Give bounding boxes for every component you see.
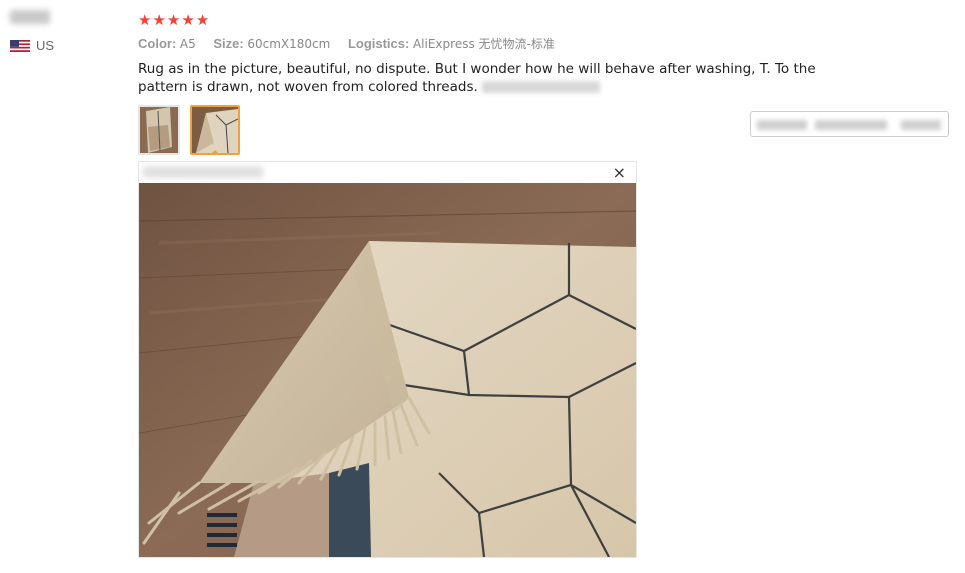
logistics-label: Logistics:: [347, 36, 410, 51]
review: ★ ★ ★ ★ ★ Color: A5 Size: 60cmX180cm Log…: [138, 10, 938, 155]
star-icon: ★: [138, 10, 152, 29]
helpful-vote[interactable]: [750, 111, 949, 137]
star-icon: ★: [195, 10, 210, 29]
redacted-text: [481, 81, 600, 93]
order-info: Color: A5 Size: 60cmX180cm Logistics: Al…: [138, 35, 569, 52]
photo-thumbnail[interactable]: [138, 105, 180, 155]
color-value: A5: [179, 37, 196, 51]
image-viewer: ×: [138, 161, 637, 558]
logistics-value: AliExpress 无忧物流-标准: [412, 37, 555, 51]
viewer-header: ×: [139, 162, 636, 183]
active-indicator: [210, 150, 220, 153]
us-flag-icon: [10, 39, 30, 52]
star-icon: ★: [152, 10, 166, 29]
thumbnail-image: [140, 107, 178, 153]
star-icon: ★: [166, 10, 181, 29]
star-icon: ★: [181, 10, 195, 29]
thumbnail-image: [192, 107, 238, 153]
review-photo[interactable]: [139, 183, 636, 557]
photo-thumbnail-active[interactable]: [190, 105, 240, 155]
country-code: US: [36, 38, 55, 53]
close-icon[interactable]: ×: [613, 163, 626, 183]
color-label: Color:: [138, 36, 177, 51]
reviewer-country: US: [10, 38, 54, 53]
redacted-label: [757, 120, 807, 130]
size-label: Size:: [213, 36, 244, 51]
redacted-label: [815, 120, 887, 130]
reviewer-name: [10, 10, 50, 24]
viewer-caption: [143, 166, 263, 178]
reviewer-info: US: [10, 10, 110, 53]
size-value: 60cmX180cm: [247, 37, 331, 51]
review-text: Rug as in the picture, beautiful, no dis…: [138, 60, 868, 96]
review-body: Rug as in the picture, beautiful, no dis…: [138, 61, 816, 95]
redacted-label: [901, 120, 941, 130]
star-rating: ★ ★ ★ ★ ★: [138, 10, 938, 30]
photo-thumbnails: [138, 105, 240, 155]
